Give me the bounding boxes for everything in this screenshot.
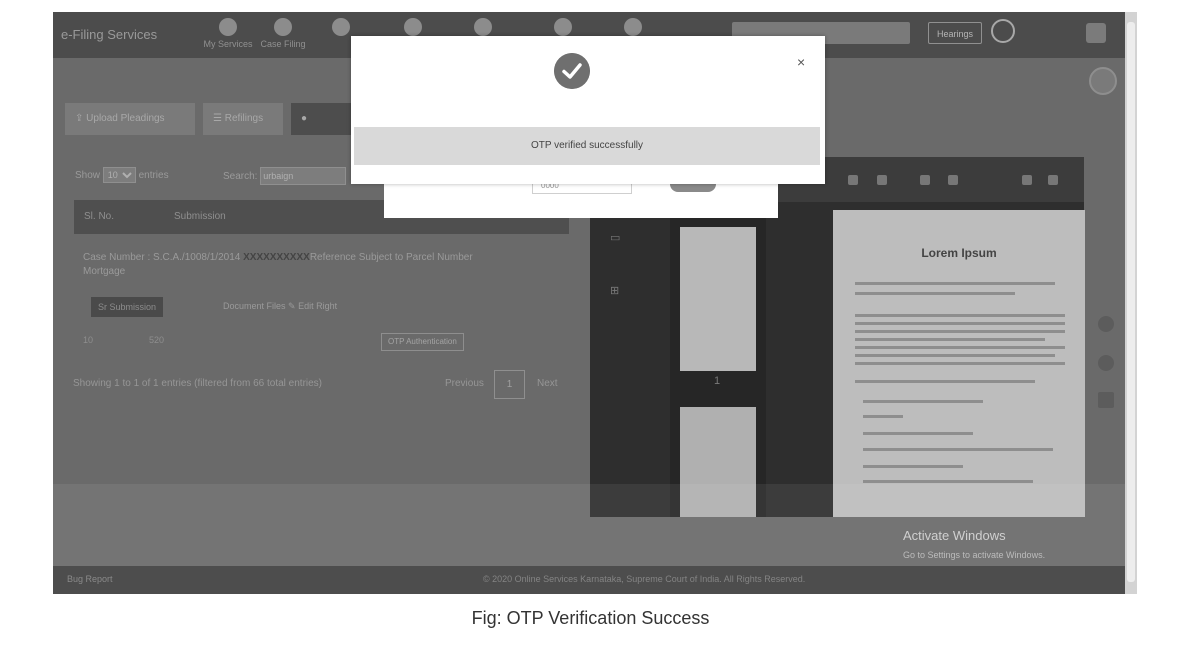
otp-authentication-button[interactable]: OTP Authentication [381,333,464,351]
tab-upload-pleadings[interactable]: ⇪ Upload Pleadings [65,103,195,135]
brand-logo[interactable]: e-Filing Services [61,27,157,42]
prev-page-icon[interactable] [848,175,858,185]
page-label: ▭ [610,232,621,244]
pagination-summary: Showing 1 to 1 of 1 entries (filtered fr… [73,378,323,389]
table-row: Case Number : S.C.A./1008/1/2014 XXXXXXX… [83,252,473,277]
pagination-page[interactable]: 1 [494,370,525,399]
success-modal: × OTP verified successfully [351,36,825,184]
thumbnail-panel: 1 [670,212,766,517]
play-icon[interactable] [1098,316,1114,332]
footer: Bug Report © 2020 Online Services Karnat… [53,566,1125,594]
download-icon[interactable] [1022,175,1032,185]
nav-icon [474,18,492,36]
print-icon[interactable] [1048,175,1058,185]
nav-icon [624,18,642,36]
nav-icon [404,18,422,36]
hearings-button[interactable]: Hearings [928,22,982,44]
activate-windows-subtitle: Go to Settings to activate Windows. [903,550,1046,560]
success-message: OTP verified successfully [354,127,820,165]
footer-copyright: © 2020 Online Services Karnataka, Suprem… [483,574,806,584]
document-page: Lorem Ipsum [833,210,1085,517]
filing-icon [274,18,292,36]
pagination-previous[interactable]: Previous [445,378,484,389]
nav-item-case-filing[interactable]: Case Filing [253,16,313,54]
fit-page-icon[interactable] [920,175,930,185]
entries-select[interactable]: 10 [102,167,136,183]
services-icon [219,18,237,36]
table-search: Search: [223,167,347,185]
scrollbar[interactable] [1125,12,1137,594]
document-files-link[interactable]: Document Files ✎ Edit Right [223,301,337,312]
table-search-input[interactable] [260,167,347,185]
page-thumbnail[interactable] [680,227,756,371]
help-icon[interactable] [1098,355,1114,371]
col-header-slno[interactable]: Sl. No. [84,211,114,222]
close-button[interactable]: × [797,54,805,70]
user-icon: ● [301,113,308,124]
rotate-icon[interactable] [948,175,958,185]
nav-icon [332,18,350,36]
document-icon[interactable] [1098,392,1114,408]
submission-button[interactable]: Sr Submission [91,297,164,317]
upload-icon: ⇪ [75,113,87,124]
nav-item-my-services[interactable]: My Services [198,16,258,54]
list-icon: ☰ [213,113,225,124]
footer-link[interactable]: Bug Report [67,574,113,584]
pagination-next[interactable]: Next [537,378,558,389]
tab-refilings[interactable]: ☰ Refilings [203,103,283,135]
activate-windows-watermark: Activate Windows [903,528,1006,543]
next-page-icon[interactable] [877,175,887,185]
cell-value: 10 [83,335,94,345]
document-title: Lorem Ipsum [921,246,997,260]
col-header-submission[interactable]: Submission [174,211,226,222]
nav-icon [554,18,572,36]
cell-value: 520 [149,335,165,345]
thumbnail-page-number: 1 [714,375,721,387]
tab-active[interactable]: ● [291,103,351,135]
scrollbar-thumb[interactable] [1127,22,1135,582]
check-circle-icon [554,53,590,89]
avatar[interactable] [991,19,1015,43]
app-screen: e-Filing Services My Services Case Filin… [53,12,1137,594]
figure-caption: Fig: OTP Verification Success [471,608,710,628]
page-label: ⊞ [610,285,620,297]
settings-gear-icon[interactable] [1089,67,1117,95]
menu-icon[interactable] [1086,23,1106,43]
edit-icon: ✎ [288,301,299,311]
show-entries-control: Show 10 entries [75,167,169,183]
